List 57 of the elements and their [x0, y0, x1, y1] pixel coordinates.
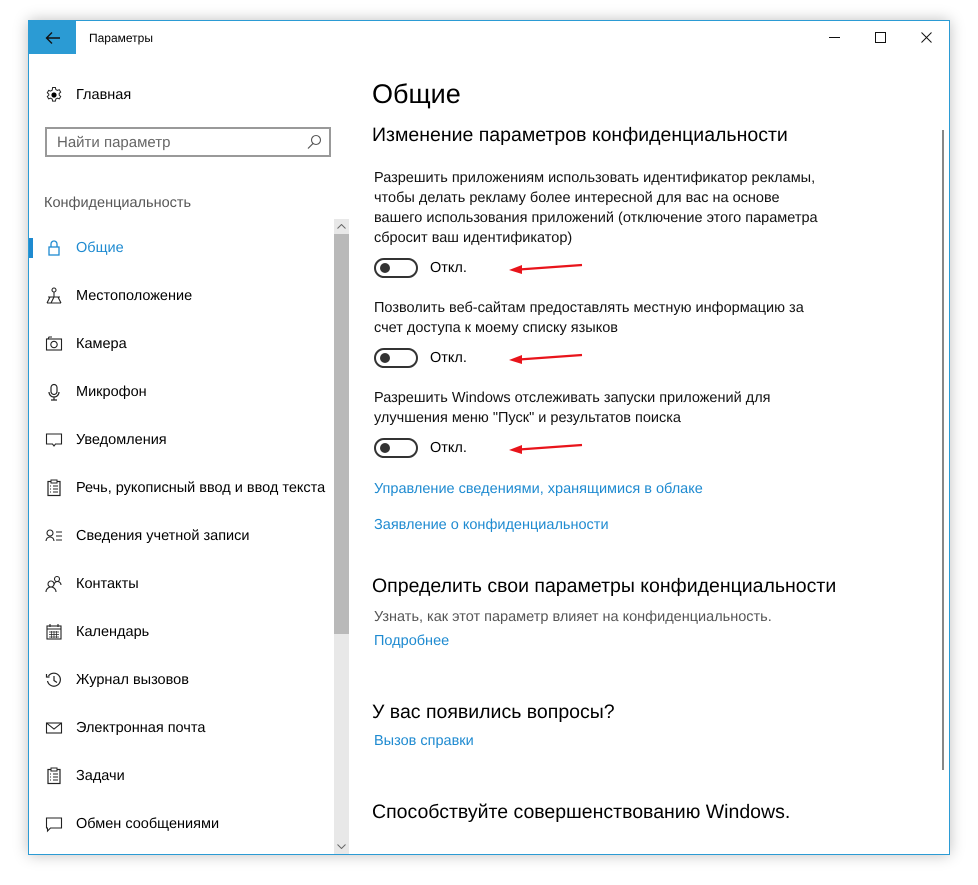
section-heading: Изменение параметров конфиденциальности — [372, 123, 789, 148]
sidebar-item[interactable]: Общие — [29, 224, 334, 272]
toggle-state-label: Откл. — [430, 440, 467, 456]
scrollbar-thumb[interactable] — [334, 234, 349, 634]
sidebar-item[interactable]: Микрофон — [29, 368, 334, 416]
camera-icon — [45, 335, 63, 353]
sidebar-item[interactable]: Журнал вызовов — [29, 656, 334, 704]
sidebar-item[interactable]: Электронная почта — [29, 704, 334, 752]
sidebar-item[interactable]: Календарь — [29, 608, 334, 656]
search-field[interactable]: Найти параметр — [45, 127, 331, 157]
window-title: Параметры — [89, 30, 154, 44]
link[interactable]: Вызов справки — [374, 733, 474, 749]
contacts-icon — [45, 575, 63, 593]
section-heading: У вас появились вопросы? — [372, 700, 615, 725]
history-icon — [45, 671, 63, 689]
close-icon — [920, 32, 932, 43]
page-title: Общие — [372, 78, 462, 111]
clipboard-icon — [45, 767, 63, 785]
link[interactable]: Заявление о конфиденциальности — [374, 517, 609, 533]
scrollbar[interactable] — [942, 130, 944, 770]
gear-icon — [45, 86, 63, 104]
section-text: Узнать, как этот параметр влияет на конфиденциальность. — [374, 609, 772, 625]
link[interactable]: Управление сведениями, хранящимися в облаке — [374, 481, 703, 497]
scrollbar[interactable] — [334, 219, 349, 854]
category-heading: Конфиденциальность — [44, 195, 192, 211]
scroll-down-icon — [337, 844, 346, 849]
sidebar-item[interactable]: Камера — [29, 320, 334, 368]
sidebar-item[interactable]: Сведения учетной записи — [29, 512, 334, 560]
sidebar-item[interactable]: Уведомления — [29, 416, 334, 464]
toggle-state-label: Откл. — [430, 260, 467, 276]
minimize-icon — [828, 36, 840, 38]
clipboard-icon — [45, 479, 63, 497]
setting-description: Позволить веб-сайтам предоставлять местную информацию за счет доступа к моему списку языков — [374, 299, 805, 338]
speech-bubble-icon — [45, 431, 63, 449]
maximize-icon — [874, 32, 886, 43]
sidebar-item[interactable]: Контакты — [29, 560, 334, 608]
section-heading: Определить свои параметры конфиденциальности — [372, 574, 836, 599]
sidebar-item[interactable]: Речь, рукописный ввод и ввод текста — [29, 464, 334, 512]
toggle-switch[interactable] — [374, 348, 418, 368]
sidebar-item[interactable]: Задачи — [29, 752, 334, 800]
setting-description: Разрешить приложениям использовать идентификатор рекламы, чтобы делать рекламу более интересной для вас на основе вашего использования приложений (отключение этого параметра сбросит ваш идентификатор) — [374, 169, 819, 248]
calendar-icon — [45, 623, 63, 641]
home-nav-item[interactable]: Главная — [45, 85, 349, 105]
back-arrow-icon — [44, 30, 60, 44]
toggle-switch[interactable] — [374, 258, 418, 278]
location-icon — [45, 287, 63, 305]
setting-description: Разрешить Windows отслеживать запуски приложений для улучшения меню "Пуск" и результатов поиска — [374, 389, 772, 428]
search-icon — [306, 134, 322, 150]
sidebar-item[interactable]: Обмен сообщениями — [29, 800, 334, 848]
toggle-state-label: Откл. — [430, 350, 467, 366]
section-heading: Способствуйте совершенствованию Windows. — [372, 800, 790, 825]
message-icon — [45, 815, 63, 833]
scroll-up-icon — [337, 224, 346, 229]
back-button[interactable] — [29, 21, 76, 54]
link[interactable]: Подробнее — [374, 633, 450, 649]
toggle-switch[interactable] — [374, 438, 418, 458]
sidebar-item[interactable]: Местоположение — [29, 272, 334, 320]
